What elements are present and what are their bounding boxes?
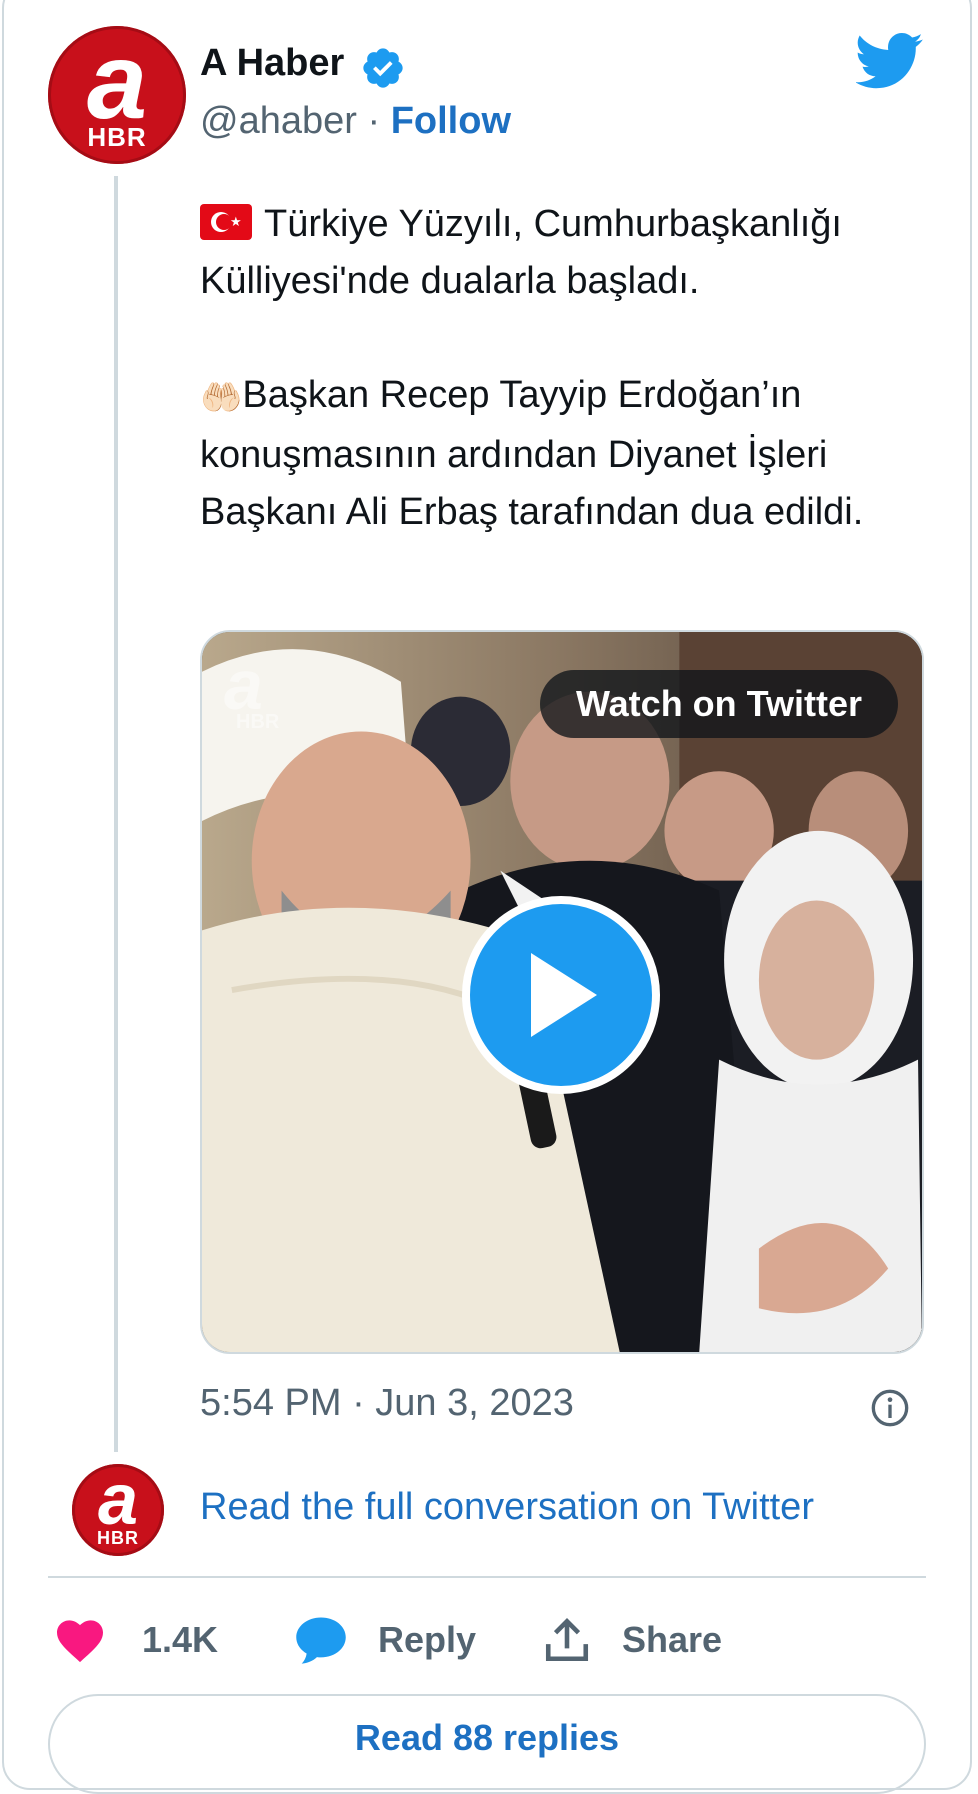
tweet-paragraph-2: 🤲🏻Başkan Recep Tayyip Erdoğan’ın konuşma…: [200, 367, 930, 541]
avatar-logo-letter: a: [86, 19, 148, 141]
avatar-logo-text: HBR: [87, 121, 147, 152]
heart-icon: [57, 1620, 103, 1663]
like-button[interactable]: 1.4K: [54, 1610, 218, 1670]
author-name[interactable]: A Haber: [200, 42, 344, 85]
reply-bubble-icon: [296, 1617, 346, 1664]
separator-dot: ·: [367, 100, 381, 142]
handle-row: @ahaber · Follow: [200, 100, 511, 143]
tweet-line-1: Türkiye Yüzyılı, Cumhurbaşkanlığı Külliy…: [200, 203, 842, 302]
read-full-conversation-link[interactable]: Read the full conversation on Twitter: [200, 1486, 814, 1529]
twitter-bird-icon[interactable]: [856, 32, 924, 90]
author-avatar[interactable]: a HBR: [48, 26, 186, 164]
share-label: Share: [622, 1619, 723, 1660]
tweet-text: ★ Türkiye Yüzyılı, Cumhurbaşkanlığı Külli…: [200, 196, 930, 541]
divider: [48, 1576, 926, 1578]
thread-line: [114, 176, 118, 1452]
author-handle[interactable]: @ahaber: [200, 100, 357, 142]
follow-link[interactable]: Follow: [391, 100, 511, 142]
turkey-flag-icon: ★: [200, 204, 252, 240]
verified-badge-icon: [363, 48, 403, 88]
read-replies-button[interactable]: Read 88 replies: [48, 1694, 926, 1794]
avatar-logo-letter: a: [97, 1460, 139, 1541]
play-icon: [531, 953, 597, 1037]
share-button[interactable]: Share: [542, 1610, 722, 1670]
author-avatar-small[interactable]: a HBR: [72, 1464, 164, 1556]
avatar-logo-text: HBR: [97, 1527, 139, 1548]
video-thumbnail[interactable]: a HBR Watch on Twitter: [200, 630, 924, 1354]
tweet-timestamp[interactable]: 5:54 PM · Jun 3, 2023: [200, 1382, 574, 1425]
play-button[interactable]: [462, 896, 660, 1094]
reply-label: Reply: [378, 1619, 477, 1660]
reply-button[interactable]: Reply: [294, 1610, 476, 1670]
praying-hands-icon: 🤲🏻: [200, 379, 243, 417]
tweet-line-2: Başkan Recep Tayyip Erdoğan’ın konuşması…: [200, 374, 864, 533]
likes-count: 1.4K: [142, 1619, 219, 1660]
watermark-text: HBR: [236, 711, 280, 733]
tweet-paragraph-1: ★ Türkiye Yüzyılı, Cumhurbaşkanlığı Külli…: [200, 196, 930, 310]
share-icon: [545, 1618, 589, 1662]
watch-on-twitter-button[interactable]: Watch on Twitter: [540, 670, 898, 738]
video-watermark: a HBR: [224, 650, 279, 732]
info-icon[interactable]: [870, 1388, 910, 1428]
